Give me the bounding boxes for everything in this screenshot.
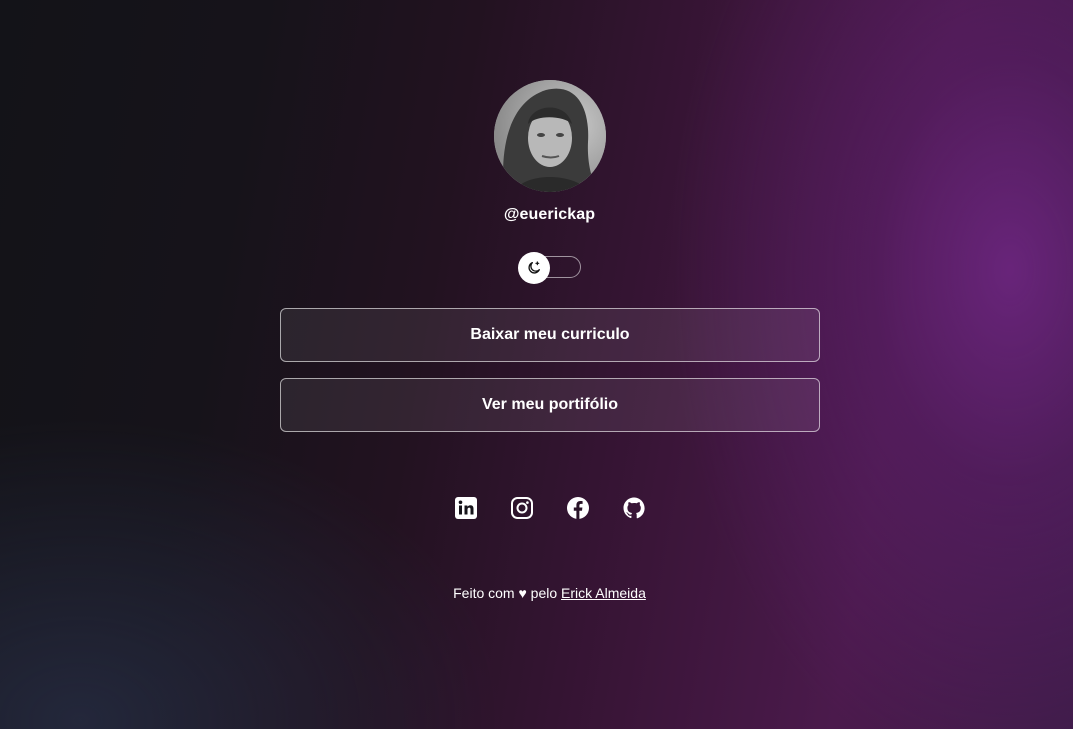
linkedin-icon [455, 497, 477, 519]
instagram-link[interactable] [510, 496, 534, 520]
footer: Feito com ♥ pelo Erick Almeida [0, 585, 1073, 601]
download-resume-button[interactable]: Baixar meu curriculo [280, 308, 820, 362]
theme-toggle-knob[interactable] [518, 252, 550, 284]
facebook-link[interactable] [566, 496, 590, 520]
facebook-icon [567, 497, 589, 519]
github-icon [623, 497, 645, 519]
linkedin-link[interactable] [454, 496, 478, 520]
author-link[interactable]: Erick Almeida [561, 585, 646, 601]
username: @euerickap [503, 206, 596, 223]
theme-toggle[interactable] [518, 252, 581, 284]
profile-photo [494, 80, 606, 192]
avatar [494, 80, 606, 192]
view-portfolio-button[interactable]: Ver meu portifólio [280, 378, 820, 432]
moon-icon [528, 261, 540, 274]
instagram-icon [511, 497, 533, 519]
footer-text: Feito com ♥ pelo [453, 585, 558, 601]
github-link[interactable] [622, 496, 646, 520]
page-container: @euerickap Baixar meu curriculo Ver meu … [0, 0, 1073, 729]
